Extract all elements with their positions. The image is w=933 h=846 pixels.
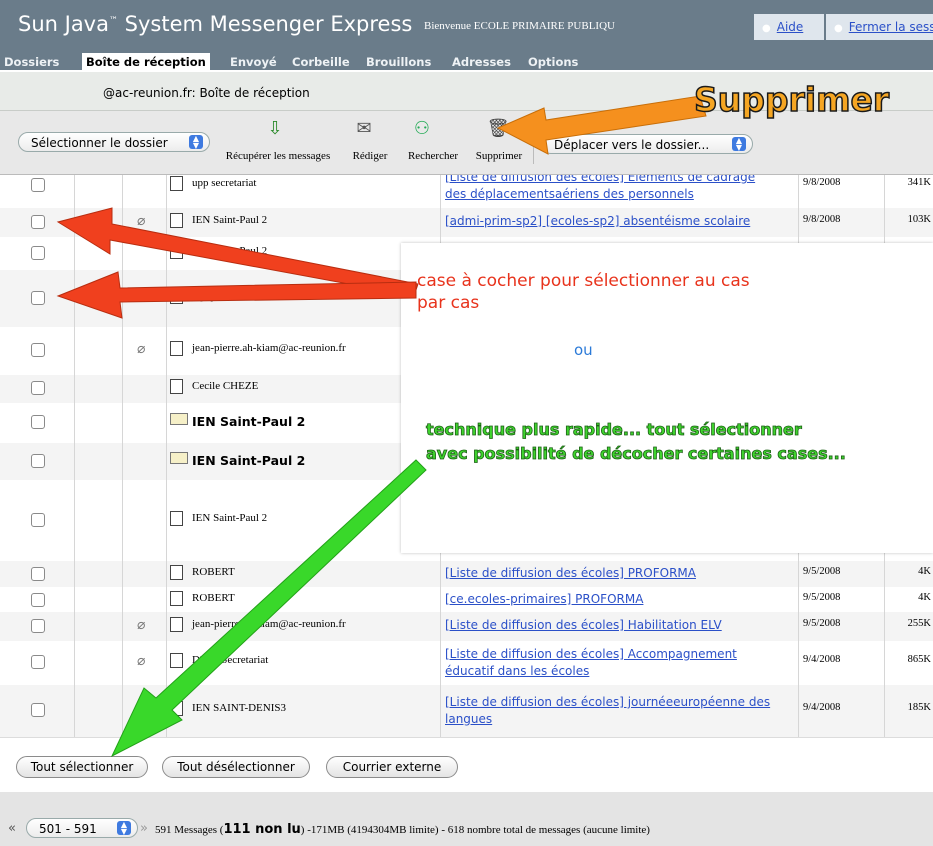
annotation-tech-line2: avec possibilité de décocher certaines c… [426, 444, 847, 464]
green-arrow [110, 459, 427, 758]
annotation-tech-line1: technique plus rapide... tout sélectionn… [426, 420, 803, 440]
orange-arrow [496, 95, 707, 155]
annotation-case-line1: case à cocher pour sélectionner au cas [417, 271, 750, 291]
annotation-supprimer: Supprimer [693, 79, 890, 120]
annotation-case-line2: par cas [417, 293, 480, 313]
annotation-ou: ou [574, 341, 593, 359]
